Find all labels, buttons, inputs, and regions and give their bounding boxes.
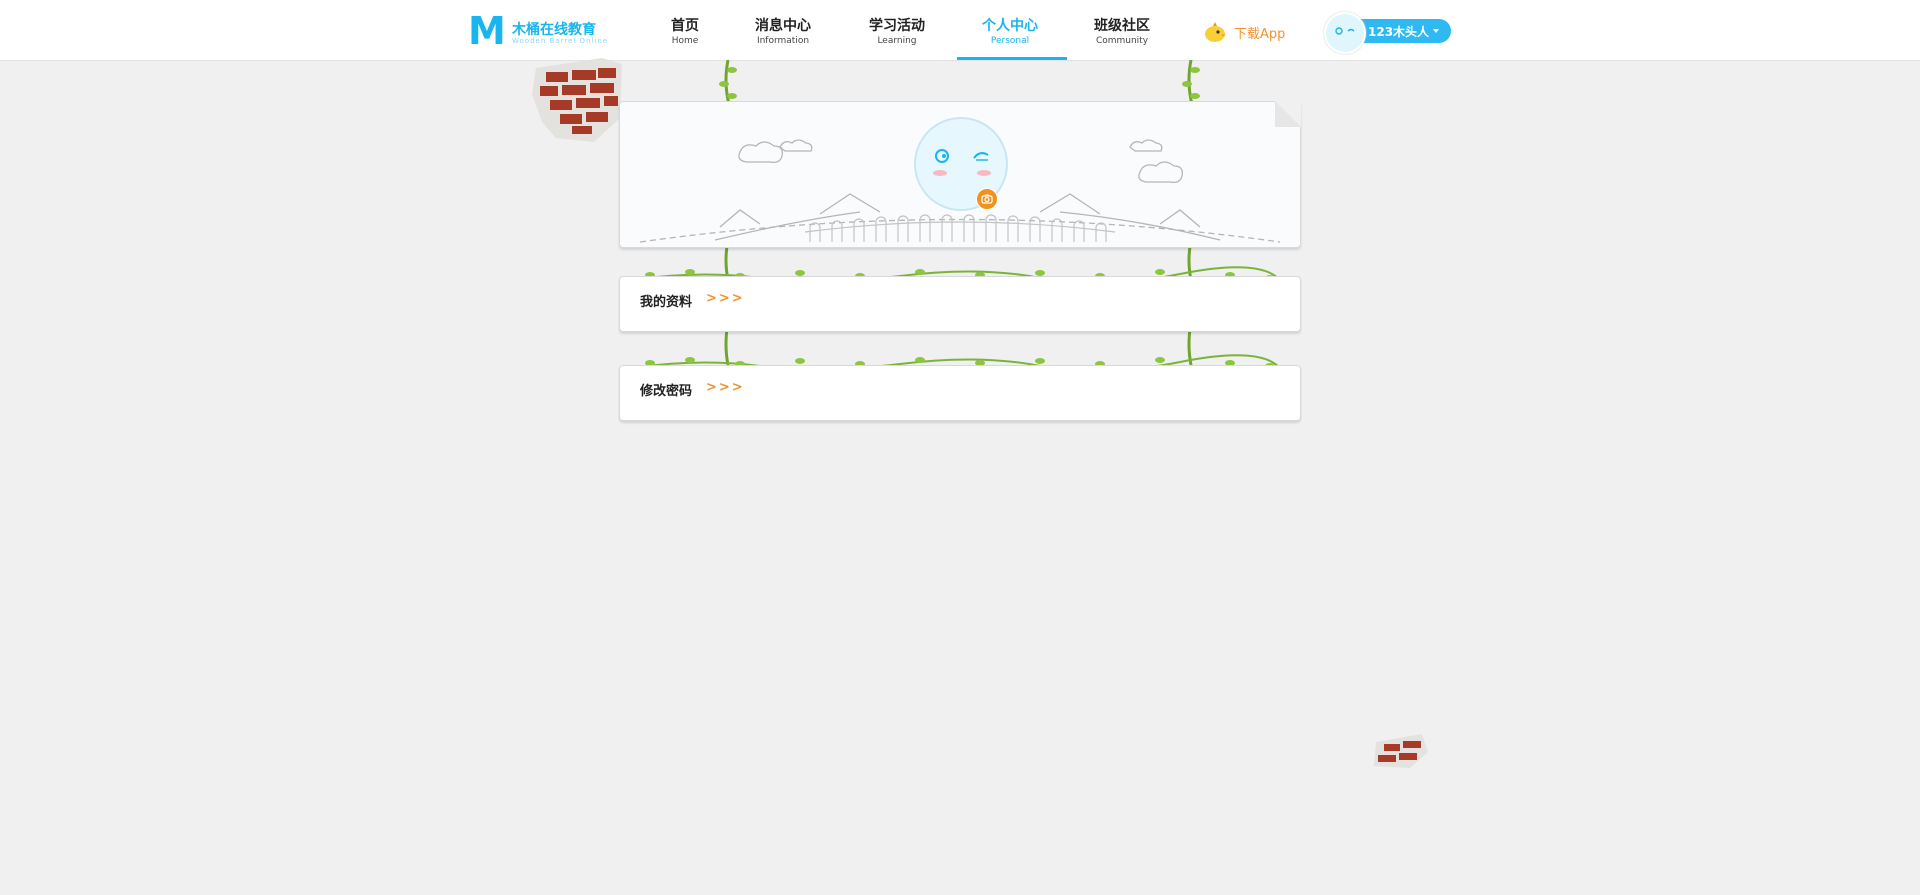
- camera-icon: [981, 194, 993, 204]
- nav-home[interactable]: 首页 Home: [660, 17, 710, 60]
- nav-information-sublabel: Information: [756, 36, 810, 46]
- chevron-down-icon: [1433, 29, 1439, 33]
- nav-community-label: 班级社区: [1094, 18, 1150, 34]
- brick-corner-decoration: [1374, 734, 1428, 768]
- my-profile-link[interactable]: [620, 277, 1300, 331]
- my-profile-card: 我的资料 >>>: [619, 276, 1301, 332]
- brick-wall-decoration: [532, 58, 622, 142]
- nav-information[interactable]: 消息中心 Information: [748, 17, 818, 60]
- nav-information-label: 消息中心: [755, 18, 811, 34]
- user-name: 123木头人: [1368, 25, 1430, 39]
- logo-name-cn: 木桶在线教育: [512, 22, 596, 38]
- user-avatar[interactable]: [1324, 12, 1366, 54]
- nav-home-label: 首页: [671, 18, 699, 34]
- active-tab-underline: [957, 57, 1067, 60]
- site-logo[interactable]: M 木桶在线教育 Wooden Barrel Online: [468, 9, 618, 53]
- change-password-link[interactable]: [620, 366, 1300, 420]
- download-app-label: 下载App: [1234, 27, 1286, 42]
- change-avatar-button[interactable]: [976, 188, 998, 210]
- logo-name-en: Wooden Barrel Online: [512, 37, 609, 45]
- chick-icon: [1205, 22, 1226, 42]
- nav-learning-label: 学习活动: [869, 18, 925, 34]
- top-navigation-bar: M 木桶在线教育 Wooden Barrel Online 首页 Home 消息…: [0, 0, 1920, 61]
- avatar-face-icon: [1335, 27, 1355, 35]
- change-password-card: 修改密码 >>>: [619, 365, 1301, 421]
- nav-learning-sublabel: Learning: [877, 36, 917, 46]
- nav-personal-label: 个人中心: [982, 18, 1038, 34]
- nav-community-sublabel: Community: [1095, 36, 1149, 46]
- nav-home-sublabel: Home: [671, 36, 699, 46]
- nav-personal[interactable]: 个人中心 Personal: [975, 17, 1045, 60]
- nav-personal-sublabel: Personal: [990, 36, 1030, 46]
- logo-mark: M: [468, 9, 506, 53]
- nav-learning[interactable]: 学习活动 Learning: [862, 17, 932, 60]
- nav-community[interactable]: 班级社区 Community: [1087, 17, 1157, 60]
